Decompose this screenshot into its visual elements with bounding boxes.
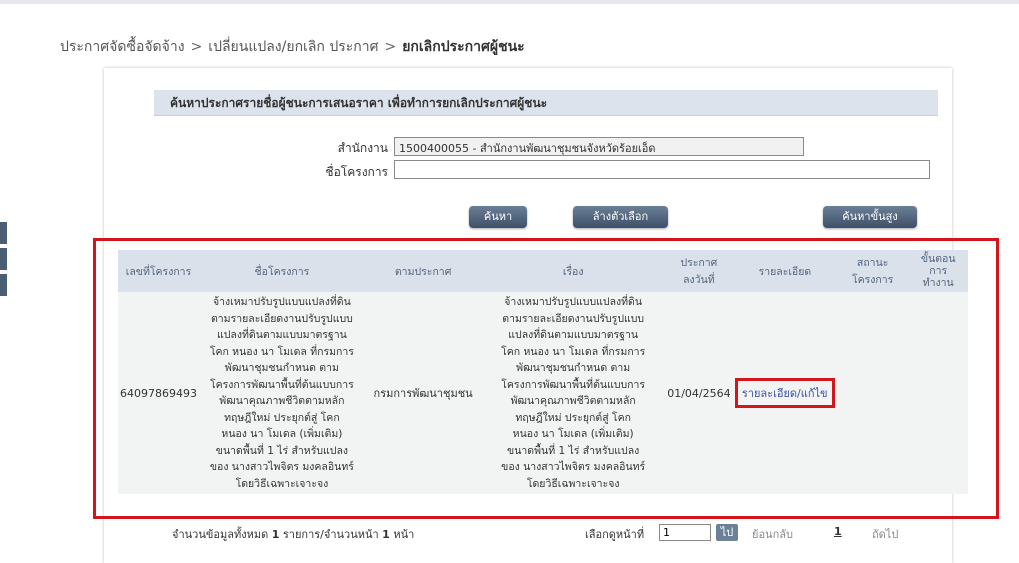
- header-line: โครงการ: [851, 274, 894, 286]
- cell-work-step: [908, 292, 968, 494]
- header-line: ประกาศ: [680, 257, 718, 269]
- breadcrumb-item-procurement[interactable]: ประกาศจัดซื้อจัดจ้าง: [60, 39, 185, 55]
- name-line: ของ นางสาวไพจิตร มงคลอินทร์: [209, 461, 354, 473]
- search-panel-heading: ค้นหาประกาศรายชื่อผู้ชนะการเสนอราคา เพื่…: [154, 90, 938, 116]
- office-label: สำนักงาน: [337, 141, 388, 155]
- col-project-status: สถานะโครงการ: [836, 250, 909, 292]
- left-side-tabs: [0, 222, 7, 300]
- col-announce-date: ประกาศลงวันที่: [664, 250, 733, 292]
- top-border: [0, 0, 1019, 4]
- name-line: โคก หนอง นา โมเดล ที่กรมการ: [209, 345, 354, 358]
- cell-subject: จ้างเหมาปรับรูปแบบแปลงที่ดิน ตามรายละเอี…: [481, 292, 665, 494]
- pager-total-prefix: จำนวนข้อมูลทั้งหมด: [172, 528, 269, 541]
- breadcrumb-separator: >: [384, 39, 397, 55]
- clear-selection-button[interactable]: ล้างตัวเลือก: [573, 206, 668, 228]
- pager-total-mid: รายการ/จำนวนหน้า: [282, 528, 379, 541]
- table-header-row: เลขที่โครงการ ชื่อโครงการ ตามประกาศ เรื่…: [118, 250, 968, 292]
- cell-project-no: 64097869493: [118, 292, 199, 494]
- subject-line: ของ นางสาวไพจิตร มงคลอินทร์: [501, 461, 646, 473]
- name-line: จ้างเหมาปรับรูปแบบแปลงที่ดิน: [213, 296, 351, 308]
- header-line: การ: [929, 265, 948, 277]
- current-page-link[interactable]: 1: [834, 525, 842, 538]
- search-button[interactable]: ค้นหา: [469, 206, 527, 228]
- col-project-no: เลขที่โครงการ: [118, 250, 199, 292]
- pager-summary: จำนวนข้อมูลทั้งหมด 1 รายการ/จำนวนหน้า 1 …: [172, 525, 414, 543]
- subject-line: ตามรายละเอียดงานปรับรูปแบบ: [502, 312, 645, 325]
- breadcrumb-separator: >: [190, 39, 203, 55]
- name-line: โดยวิธีเฉพาะเจาะจง: [235, 477, 329, 490]
- col-project-name: ชื่อโครงการ: [198, 250, 365, 292]
- breadcrumb-current: ยกเลิกประกาศผู้ชนะ: [402, 39, 525, 55]
- project-name-input[interactable]: [394, 160, 930, 179]
- subject-line: พัฒนาคุณภาพชีวิตตามหลัก: [510, 395, 636, 407]
- name-line: ทฤษฎีใหม่ ประยุกต์สู่ โคก: [224, 411, 340, 424]
- pager-page-count: 1: [382, 528, 390, 541]
- side-tab[interactable]: [0, 274, 7, 296]
- office-field[interactable]: 1500400055 - สำนักงานพัฒนาชุมชนจังหวัดร้…: [394, 137, 804, 156]
- header-line: ขั้นตอน: [920, 253, 956, 265]
- col-detail: รายละเอียด: [732, 250, 837, 292]
- name-line: โครงการพัฒนาพื้นที่ต้นแบบการ: [209, 378, 354, 391]
- name-line: หนอง นา โมเดล (เพิ่มเติม): [221, 428, 343, 440]
- detail-edit-link[interactable]: รายละเอียด/แก้ไข: [734, 378, 835, 408]
- name-line: แปลงที่ดินตามแบบมาตรฐาน: [217, 329, 347, 341]
- side-tab[interactable]: [0, 222, 7, 244]
- goto-page-label: เลือกดูหน้าที่: [585, 528, 645, 541]
- cell-project-status: [836, 292, 909, 494]
- header-line: ลงวันที่: [683, 274, 715, 286]
- cell-project-name: จ้างเหมาปรับรูปแบบแปลงที่ดิน ตามรายละเอี…: [198, 292, 365, 494]
- name-line: พัฒนาคุณภาพชีวิตตามหลัก: [219, 395, 345, 407]
- prev-page-link[interactable]: ย้อนกลับ: [752, 525, 793, 543]
- subject-line: แปลงที่ดินตามแบบมาตรฐาน: [508, 329, 639, 341]
- cell-detail: รายละเอียด/แก้ไข: [732, 292, 837, 494]
- col-subject: เรื่อง: [481, 250, 665, 292]
- goto-page-input[interactable]: [659, 524, 711, 541]
- name-line: พัฒนาชุมชนกำหนด ตาม: [224, 362, 339, 374]
- results-table: เลขที่โครงการ ชื่อโครงการ ตามประกาศ เรื่…: [118, 250, 968, 494]
- subject-line: ขนาดพื้นที่ 1 ไร่ สำหรับแปลง: [507, 444, 640, 457]
- subject-line: พัฒนาชุมชนกำหนด ตาม: [516, 362, 631, 374]
- subject-line: โดยวิธีเฉพาะเจาะจง: [526, 477, 620, 490]
- subject-line: จ้างเหมาปรับรูปแบบแปลงที่ดิน: [504, 296, 643, 308]
- header-line: สถานะ: [856, 257, 889, 269]
- name-line: ตามรายละเอียดงานปรับรูปแบบ: [210, 312, 353, 325]
- cell-agency: กรมการพัฒนาชุมชน: [364, 292, 482, 494]
- project-name-label: ชื่อโครงการ: [325, 165, 388, 179]
- name-line: ขนาดพื้นที่ 1 ไร่ สำหรับแปลง: [215, 444, 349, 457]
- col-work-step: ขั้นตอน การ ทำงาน: [908, 250, 968, 292]
- header-line: ทำงาน: [922, 277, 954, 289]
- subject-line: โคก หนอง นา โมเดล ที่กรมการ: [501, 345, 646, 358]
- col-per-announcement: ตามประกาศ: [364, 250, 482, 292]
- subject-line: หนอง นา โมเดล (เพิ่มเติม): [512, 428, 634, 440]
- table-row: 64097869493 จ้างเหมาปรับรูปแบบแปลงที่ดิน…: [118, 292, 968, 494]
- pager-total-count: 1: [271, 528, 280, 541]
- breadcrumb-item-change-cancel[interactable]: เปลี่ยนแปลง/ยกเลิก ประกาศ: [208, 39, 378, 55]
- subject-line: โครงการพัฒนาพื้นที่ต้นแบบการ: [501, 378, 646, 391]
- advanced-search-button[interactable]: ค้นหาขั้นสูง: [823, 206, 917, 228]
- side-tab[interactable]: [0, 248, 7, 270]
- next-page-link[interactable]: ถัดไป: [872, 525, 898, 543]
- cell-announce-date: 01/04/2564: [664, 292, 733, 494]
- subject-line: ทฤษฎีใหม่ ประยุกต์สู่ โคก: [515, 411, 631, 424]
- pager-page-suffix: หน้า: [393, 528, 415, 541]
- breadcrumb: ประกาศจัดซื้อจัดจ้าง > เปลี่ยนแปลง/ยกเลิก …: [60, 36, 525, 58]
- go-button[interactable]: ไป: [716, 524, 738, 541]
